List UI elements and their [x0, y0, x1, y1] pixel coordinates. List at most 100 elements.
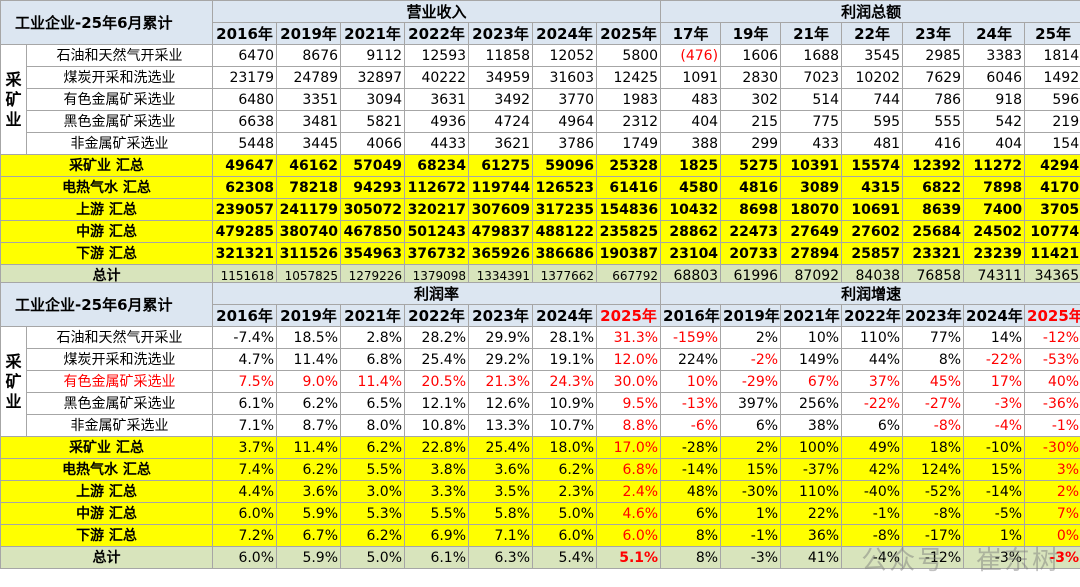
cell: 7898: [963, 176, 1026, 199]
cell: 299: [720, 132, 782, 155]
cell: 18070: [780, 198, 843, 221]
cell: 6.0%: [532, 524, 598, 547]
cell: 11858: [468, 44, 534, 67]
cell: 6.2%: [276, 392, 342, 415]
cell: 1091: [660, 66, 722, 89]
cell: 4.4%: [212, 480, 278, 503]
cell: 6.1%: [404, 546, 470, 569]
cell: 23239: [963, 242, 1026, 265]
cell: 10432: [660, 198, 722, 221]
cell: 918: [963, 88, 1026, 111]
cell: 8639: [902, 198, 965, 221]
cell: 514: [780, 88, 843, 111]
cell: -3%: [720, 546, 782, 569]
cell: 27649: [780, 220, 843, 243]
cell: 224%: [660, 348, 722, 371]
cell: 5448: [212, 132, 278, 155]
summary-row: 采矿业 汇总 3.7% 11.4% 6.2% 22.8% 25.4% 18.0% 17.0% -…: [0, 436, 1080, 459]
cell: 302: [720, 88, 782, 111]
cell: 6.8%: [596, 458, 662, 481]
cell: 4.6%: [596, 502, 662, 525]
cell: 119744: [468, 176, 534, 199]
cell: 67%: [780, 370, 843, 393]
cell: 3492: [468, 88, 534, 111]
cell: 37%: [841, 370, 904, 393]
row-label: 非金属矿采选业: [25, 132, 214, 155]
cell: 3621: [468, 132, 534, 155]
cell: 112672: [404, 176, 470, 199]
cell: 744: [841, 88, 904, 111]
cell: 190387: [596, 242, 662, 265]
cell: 2830: [720, 66, 782, 89]
year-header: 2024年: [532, 304, 598, 327]
cell: 27602: [841, 220, 904, 243]
cell: 24.3%: [532, 370, 598, 393]
row-label: 下游 汇总: [0, 524, 214, 547]
cell: 1492: [1024, 66, 1080, 89]
cell: 25.4%: [404, 348, 470, 371]
cell: 6.2%: [276, 458, 342, 481]
row-label: 电热气水 汇总: [0, 458, 214, 481]
cell: (476): [660, 44, 722, 67]
cell: 7.4%: [212, 458, 278, 481]
cell: -52%: [902, 480, 965, 503]
cell: -13%: [660, 392, 722, 415]
cell: 27894: [780, 242, 843, 265]
year-header: 2025年: [1024, 304, 1080, 327]
cell: 481: [841, 132, 904, 155]
cell: 7.5%: [212, 370, 278, 393]
row-label: 上游 汇总: [0, 480, 214, 503]
cell: 32897: [340, 66, 406, 89]
cell: 14%: [963, 326, 1026, 349]
row-label: 石油和天然气开采业: [25, 326, 214, 349]
cell: 479837: [468, 220, 534, 243]
cell: 3.0%: [340, 480, 406, 503]
table-row: 黑色金属矿采选业 6.1% 6.2% 6.5% 12.1% 12.6% 10.9% 9.5% -…: [1, 392, 1080, 415]
cell: 59096: [532, 154, 598, 177]
year-header: 2023年: [468, 304, 534, 327]
cell: 6.5%: [340, 392, 406, 415]
year-header: 2019年: [276, 304, 342, 327]
cell: 23104: [660, 242, 722, 265]
row-label: 黑色金属矿采选业: [25, 110, 214, 133]
cell: 25857: [841, 242, 904, 265]
cell: 15%: [720, 458, 782, 481]
year-header: 2024年: [532, 22, 598, 45]
cell: -159%: [660, 326, 722, 349]
cell: 22%: [780, 502, 843, 525]
cell: -4%: [841, 546, 904, 569]
cell: 4816: [720, 176, 782, 199]
cell: 7.1%: [212, 414, 278, 437]
cell: 15%: [963, 458, 1026, 481]
table-row: 非金属矿采选业 7.1% 8.7% 8.0% 10.8% 13.3% 10.7% 8.8% -6…: [1, 414, 1080, 437]
cell: 5.3%: [340, 502, 406, 525]
cell: 479285: [212, 220, 278, 243]
cell: -27%: [902, 392, 965, 415]
cell: 1814: [1024, 44, 1080, 67]
cell: 2%: [720, 326, 782, 349]
cell: 17.0%: [596, 436, 662, 459]
cell: 8676: [276, 44, 342, 67]
cell: 3094: [340, 88, 406, 111]
cell: 8%: [902, 348, 965, 371]
year-header: 2019年: [720, 304, 782, 327]
cell: 110%: [841, 326, 904, 349]
cell: 386686: [532, 242, 598, 265]
cell: 6%: [841, 414, 904, 437]
summary-row: 电热气水 汇总 7.4% 6.2% 5.5% 3.8% 3.6% 6.2% 6.8% -14% 1…: [0, 458, 1080, 481]
cell: 11421: [1024, 242, 1080, 265]
cell: 6638: [212, 110, 278, 133]
cell: 28.2%: [404, 326, 470, 349]
cell: 40%: [1024, 370, 1080, 393]
row-label: 煤炭开采和洗选业: [25, 348, 214, 371]
cell: 22473: [720, 220, 782, 243]
cell: 433: [780, 132, 843, 155]
cell: 10%: [660, 370, 722, 393]
cell: 5821: [340, 110, 406, 133]
cell: -3%: [963, 392, 1026, 415]
cell: 365926: [468, 242, 534, 265]
year-header: 21年: [780, 22, 843, 45]
cell: 5.5%: [404, 502, 470, 525]
cell: 8.7%: [276, 414, 342, 437]
cell: 6.7%: [276, 524, 342, 547]
